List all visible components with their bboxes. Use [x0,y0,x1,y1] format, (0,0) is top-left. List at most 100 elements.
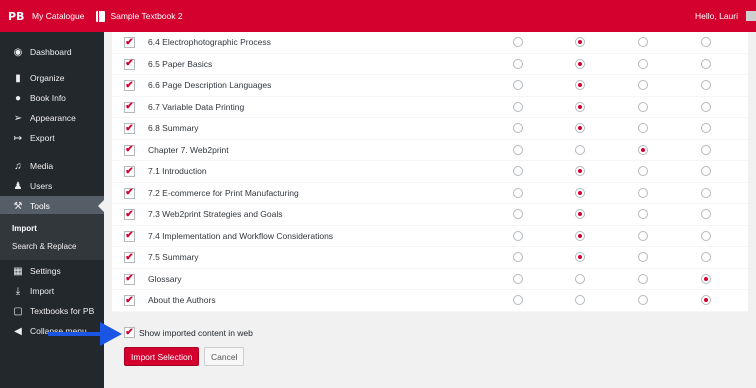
checkmark-icon: ✔ [125,251,134,263]
row-checkbox[interactable]: ✔ [124,123,135,134]
sidebar-item-import[interactable]: ⤓ Import [0,281,104,301]
row-radio[interactable] [575,187,585,198]
annotation-arrow-icon [48,322,122,346]
row-radio[interactable] [638,230,648,241]
my-catalogue-link[interactable]: My Catalogue [26,0,90,32]
sidebar-item-textbooks[interactable]: ▢ Textbooks for PB [0,301,104,321]
row-checkbox[interactable]: ✔ [124,273,135,285]
sidebar-item-tools[interactable]: ⚒ Tools [0,196,104,216]
row-radio[interactable] [701,252,711,262]
row-radio[interactable] [638,101,648,112]
row-radio[interactable] [575,295,585,305]
row-title: Chapter 7. Web2print [148,144,229,155]
row-checkbox[interactable]: ✔ [124,252,135,263]
row-title: 7.2 E-commerce for Print Manufacturing [148,187,299,198]
row-radio[interactable] [701,273,711,284]
row-checkbox[interactable]: ✔ [124,101,135,113]
row-radio[interactable] [513,295,523,305]
row-radio[interactable] [575,230,585,241]
row-radio[interactable] [638,123,648,133]
row-radio[interactable] [701,37,711,47]
cancel-button[interactable]: Cancel [204,347,245,366]
row-title: Glossary [148,273,182,284]
avatar[interactable] [746,11,756,21]
row-radio[interactable] [638,166,648,176]
row-radio[interactable] [513,144,523,155]
sidebar-item-settings[interactable]: ▦ Settings [0,261,104,281]
row-checkbox[interactable]: ✔ [124,166,135,177]
row-radio[interactable] [701,80,711,90]
row-radio[interactable] [575,80,585,90]
row-radio[interactable] [701,58,711,69]
sidebar-item-dashboard[interactable]: ◉ Dashboard [0,42,104,62]
row-radio[interactable] [513,230,523,241]
row-radio[interactable] [638,37,648,47]
sidebar-item-book-info[interactable]: ● Book Info [0,88,104,108]
row-radio[interactable] [701,187,711,198]
book-icon [96,10,106,22]
user-greeting[interactable]: Hello, Lauri [689,0,744,32]
row-radio[interactable] [575,37,585,47]
row-checkbox[interactable]: ✔ [124,187,135,199]
sidebar-item-media[interactable]: ♫ Media [0,156,104,176]
row-radio[interactable] [638,209,648,219]
row-radio[interactable] [513,58,523,69]
show-in-web-checkbox[interactable]: ✔ [124,327,135,338]
row-radio[interactable] [513,209,523,219]
row-radio[interactable] [701,230,711,241]
row-radio[interactable] [513,187,523,198]
row-radio[interactable] [513,101,523,112]
sidebar-item-organize[interactable]: ▮ Organize [0,68,104,88]
row-radio[interactable] [638,58,648,69]
row-radio[interactable] [513,273,523,284]
row-radio[interactable] [575,101,585,112]
submenu-import[interactable]: Import [12,224,37,233]
row-radio[interactable] [701,144,711,155]
import-footer: ✔ Show imported content in web Import Se… [112,320,748,370]
row-radio[interactable] [575,209,585,219]
wrench-icon: ⚒ [13,200,23,212]
row-checkbox[interactable]: ✔ [124,209,135,220]
show-in-web-option[interactable]: ✔ Show imported content in web [124,327,253,338]
row-radio[interactable] [701,101,711,112]
row-radio[interactable] [638,187,648,198]
book-link[interactable]: Sample Textbook 2 [90,0,188,32]
import-selection-button[interactable]: Import Selection [124,347,200,366]
table-row: ✔ 7.3 Web2print Strategies and Goals [112,204,748,226]
row-radio[interactable] [701,295,711,305]
submenu-search-replace[interactable]: Search & Replace [12,242,76,251]
row-title: 6.6 Page Description Languages [148,80,272,91]
row-radio[interactable] [513,37,523,47]
sidebar-item-export[interactable]: ↦ Export [0,128,104,148]
row-radio[interactable] [638,144,648,155]
sidebar-item-appearance[interactable]: ➢ Appearance [0,108,104,128]
row-radio[interactable] [575,166,585,176]
row-radio[interactable] [575,123,585,133]
row-radio[interactable] [575,273,585,284]
row-radio[interactable] [513,80,523,90]
row-radio[interactable] [701,166,711,176]
row-checkbox[interactable]: ✔ [124,58,135,70]
table-row: ✔ 7.1 Introduction [112,161,748,183]
row-radio[interactable] [513,166,523,176]
row-radio[interactable] [638,295,648,305]
table-row: ✔ 7.2 E-commerce for Print Manufacturing [112,183,748,204]
row-radio[interactable] [575,144,585,155]
row-checkbox[interactable]: ✔ [124,144,135,156]
row-checkbox[interactable]: ✔ [124,80,135,91]
row-checkbox[interactable]: ✔ [124,295,135,306]
row-radio[interactable] [701,209,711,219]
row-radio[interactable] [638,273,648,284]
row-radio[interactable] [701,123,711,133]
row-radio[interactable] [575,252,585,262]
row-radio[interactable] [638,80,648,90]
row-radio[interactable] [513,123,523,133]
row-radio[interactable] [513,252,523,262]
row-radio[interactable] [575,58,585,69]
row-radio[interactable] [638,252,648,262]
textbooks-icon: ▢ [13,305,23,317]
sidebar-item-users[interactable]: ♟ Users [0,176,104,196]
row-checkbox[interactable]: ✔ [124,230,135,242]
row-checkbox[interactable]: ✔ [124,37,135,48]
pb-logo[interactable]: PB [8,10,26,23]
